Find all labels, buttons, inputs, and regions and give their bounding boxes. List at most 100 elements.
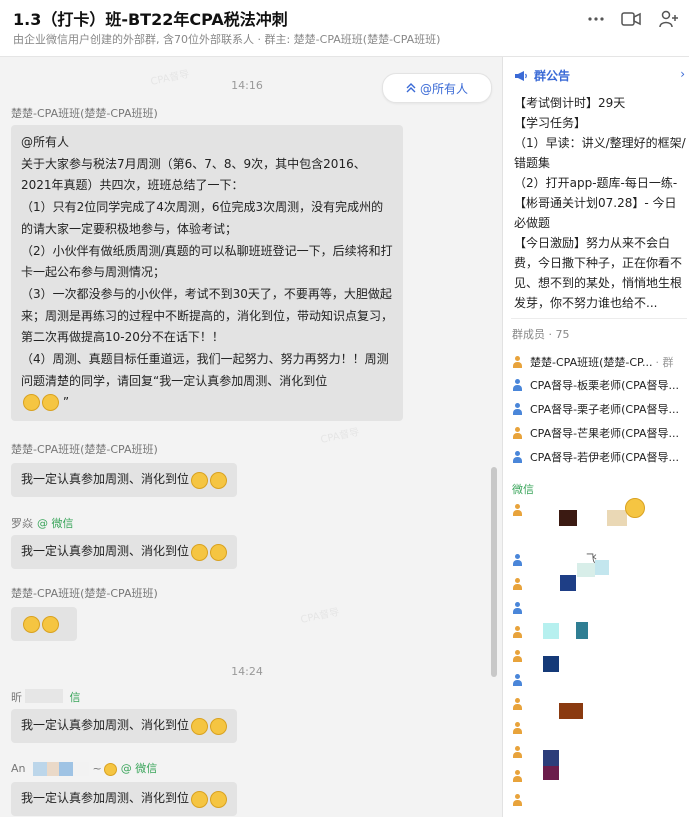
message-sender[interactable]: 昕 信 (11, 689, 81, 705)
blurred-avatar (595, 560, 609, 575)
announcement-title: 群公告 (534, 69, 571, 83)
user-icon[interactable] (512, 626, 524, 640)
message-sender[interactable]: 楚楚-CPA班班(楚楚-CPA班班) (11, 585, 158, 601)
chat-message[interactable]: 我一定认真参加周测、消化到位 (11, 535, 238, 569)
message-line: （2）小伙伴有做纸质周测/真题的可以私聊班班登记一下，后续将和打卡一起公布参与周… (21, 243, 393, 280)
group-info-panel: 群公告 › 【考试倒计时】29天 【学习任务】 （1）早读：讲义/整理好的框架/… (503, 57, 689, 817)
timestamp: 14:24 (231, 665, 263, 678)
user-icon[interactable] (512, 504, 524, 518)
member-item[interactable]: 楚楚-CPA班班(楚楚-CP... · 群 (512, 352, 689, 372)
chat-panel[interactable]: CPA督导 CPA督导 CPA督导 CPA督导 14:16 @所有人 楚楚-CP… (0, 57, 502, 817)
emoji-only-message[interactable] (11, 607, 77, 641)
wechat-section-label: 微信 (512, 483, 534, 496)
member-name: CPA督导-若伊老师(CPA督导... (530, 451, 680, 464)
blurred-avatar (543, 656, 559, 672)
mention-all-button[interactable]: @所有人 (382, 73, 492, 103)
chat-message[interactable]: 我一定认真参加周测、消化到位 (11, 463, 238, 497)
message-line: （4）周测、真题目标任重道远，我们一起努力、努力再努力！！周测问题清楚的同学，请… (21, 352, 389, 388)
member-item[interactable]: CPA督导-板栗老师(CPA督导... (512, 375, 689, 395)
member-name: CPA督导-板栗老师(CPA督导... (530, 379, 680, 392)
watermark: CPA督导 (299, 606, 341, 626)
message-line-end: ” (21, 392, 393, 414)
fist-emoji-icon (210, 471, 228, 489)
user-icon (512, 378, 523, 392)
blurred-avatar (47, 762, 59, 776)
user-icon[interactable] (512, 794, 524, 808)
closing-quote: ” (62, 395, 70, 410)
message-sender[interactable]: An ~ @ 微信 (11, 760, 157, 776)
wechat-tag: 信 (69, 691, 81, 704)
sender-name: An (11, 762, 26, 775)
more-icon[interactable] (585, 8, 607, 30)
chat-message[interactable]: 我一定认真参加周测、消化到位 (11, 709, 238, 743)
chat-scrollbar[interactable] (491, 467, 497, 677)
divider (511, 318, 687, 319)
fist-emoji-icon (42, 615, 59, 633)
fist-emoji-icon (23, 615, 40, 633)
announcement-line: 【学习任务】 (514, 116, 587, 130)
user-icon (512, 402, 523, 416)
blurred-avatar (59, 762, 73, 776)
fist-emoji-icon (210, 543, 228, 561)
blurred-avatar (559, 703, 583, 719)
user-icon[interactable] (512, 602, 524, 616)
blurred-avatar (543, 766, 559, 780)
fist-emoji-icon (23, 394, 40, 412)
watermark: CPA督导 (149, 68, 191, 88)
chevron-right-icon[interactable]: › (680, 67, 685, 81)
user-icon (512, 450, 523, 464)
chat-message[interactable]: 我一定认真参加周测、消化到位 (11, 782, 238, 816)
user-icon[interactable] (512, 722, 524, 736)
timestamp: 14:16 (231, 79, 263, 92)
user-icon[interactable] (512, 578, 524, 592)
fist-emoji-icon (191, 543, 209, 561)
user-icon[interactable] (512, 650, 524, 664)
sender-name: 昕 (11, 691, 22, 704)
fist-emoji-icon (191, 471, 209, 489)
fist-emoji-icon (210, 790, 228, 808)
user-icon[interactable] (512, 698, 524, 712)
member-name: 楚楚-CPA班班(楚楚-CP... (530, 356, 653, 369)
message-sender[interactable]: 楚楚-CPA班班(楚楚-CPA班班) (11, 105, 158, 121)
emoji-icon (625, 498, 645, 518)
group-title: 1.3（打卡）班-BT22年CPA税法冲刺 (13, 10, 288, 29)
watermark: CPA督导 (319, 426, 361, 446)
message-line: （3）一次都没参与的小伙伴，考试不到30天了，不要再等，大胆做起来；周测是再练习… (21, 286, 394, 345)
sender-name: 罗焱 (11, 517, 33, 530)
announcement-header[interactable]: 群公告 (514, 67, 570, 84)
member-item[interactable]: CPA督导-芒果老师(CPA督导... (512, 423, 689, 443)
owner-tag: · 群 (655, 356, 674, 369)
blurred-avatar (607, 510, 627, 526)
message-text: 我一定认真参加周测、消化到位 (21, 718, 190, 733)
member-item[interactable]: CPA督导-栗子老师(CPA督导... (512, 399, 689, 419)
blurred-avatar (560, 575, 576, 591)
megaphone-icon (515, 70, 527, 81)
blurred-avatar (559, 510, 577, 526)
fist-emoji-icon (210, 717, 228, 735)
member-item[interactable]: CPA督导-若伊老师(CPA督导... (512, 447, 689, 467)
mention-all-label: @所有人 (419, 81, 468, 96)
user-icon[interactable] (512, 746, 524, 760)
message-text: 我一定认真参加周测、消化到位 (21, 791, 190, 806)
user-icon[interactable] (512, 674, 524, 688)
member-name: CPA督导-栗子老师(CPA督导... (530, 403, 680, 416)
message-text: 我一定认真参加周测、消化到位 (21, 544, 190, 559)
user-icon[interactable] (512, 554, 524, 568)
message-line: @所有人 (21, 135, 70, 149)
message-sender[interactable]: 楚楚-CPA班班(楚楚-CPA班班) (11, 441, 158, 457)
blurred-avatar (33, 762, 47, 776)
video-call-icon[interactable] (620, 8, 642, 30)
blurred-avatar (543, 623, 559, 639)
sender-extra: ~ (92, 762, 102, 775)
wechat-tag: @ 微信 (37, 517, 74, 530)
message-text: 我一定认真参加周测、消化到位 (21, 472, 190, 487)
announcement-content[interactable]: 【考试倒计时】29天 【学习任务】 （1）早读：讲义/整理好的框架/错题集 （2… (514, 93, 686, 313)
announcement-line: 【彬哥通关计划07.28】- 今日必做题 (514, 196, 677, 230)
user-icon[interactable] (512, 770, 524, 784)
message-sender[interactable]: 罗焱 @ 微信 (11, 515, 74, 531)
announcement-message[interactable]: @所有人 关于大家参与税法7月周测（第6、7、8、9次，其中包含2016、202… (11, 125, 403, 422)
blurred-avatar (543, 750, 559, 766)
fist-emoji-icon (191, 717, 209, 735)
add-member-icon[interactable] (658, 8, 680, 30)
wechat-tag: @ 微信 (120, 762, 158, 775)
